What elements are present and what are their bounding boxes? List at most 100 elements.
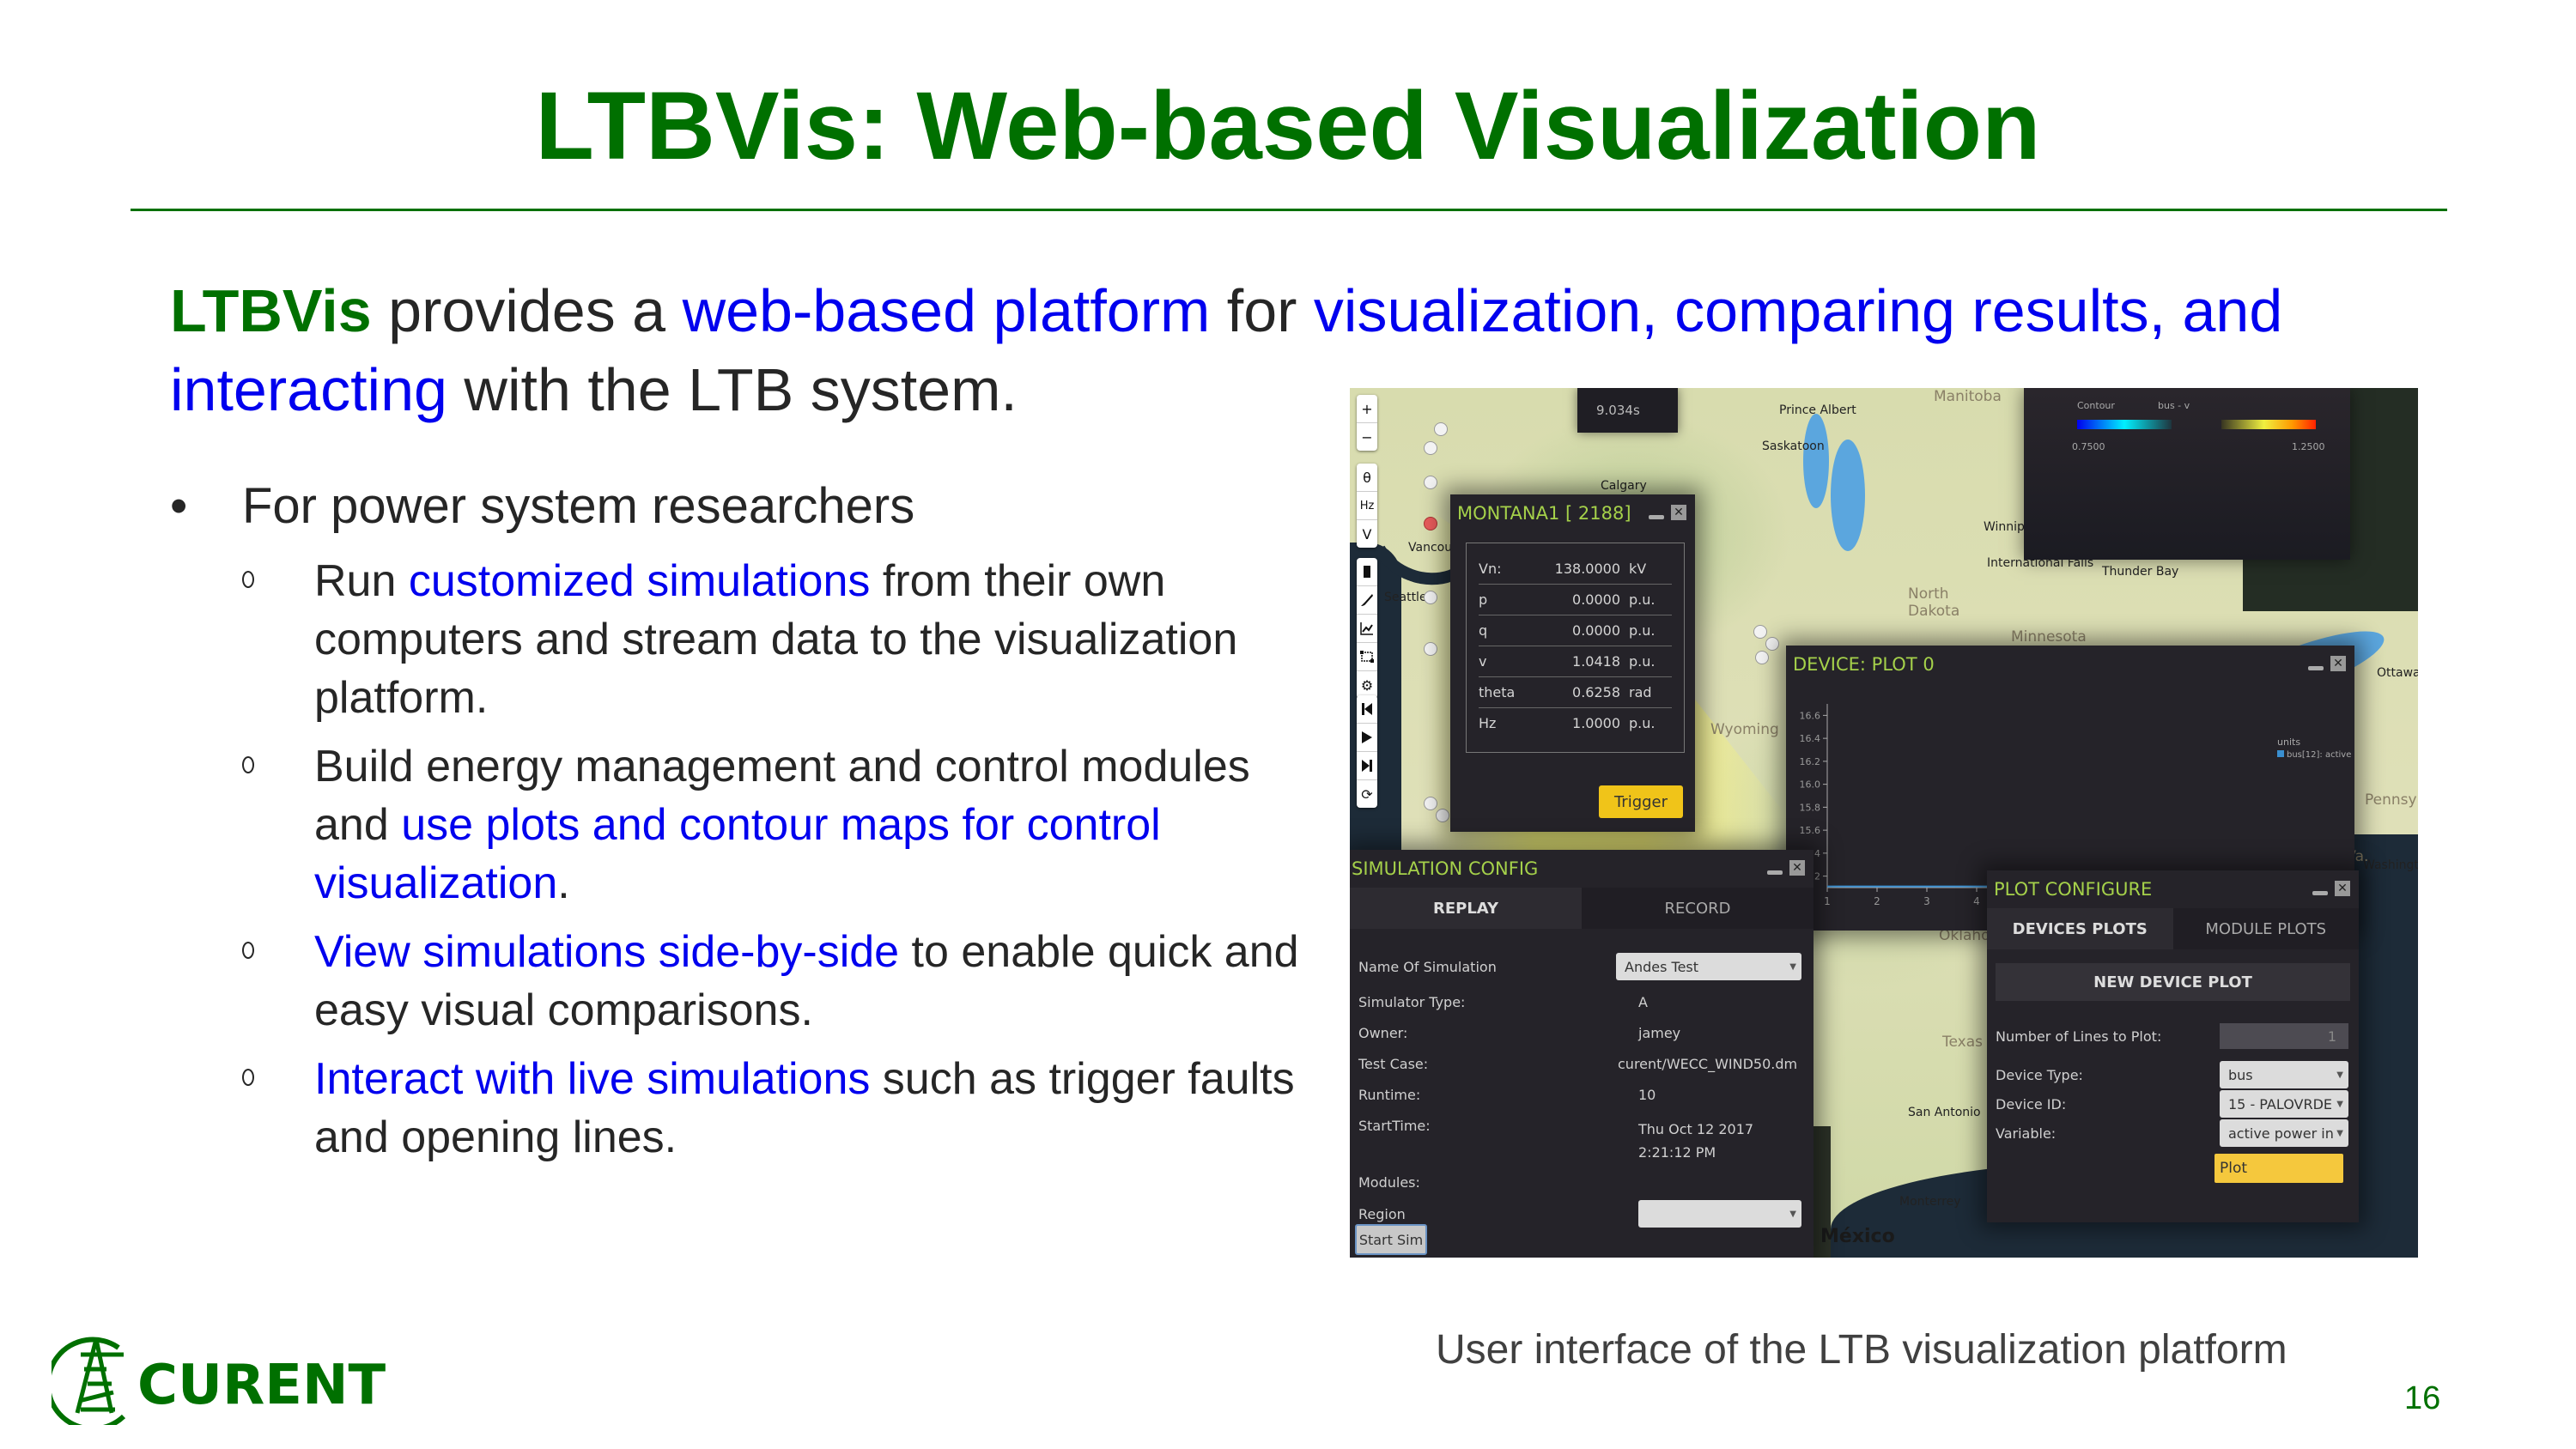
chevron-down-icon: ▼ <box>2336 1099 2343 1109</box>
simulation-name-select[interactable]: Andes Test ▼ <box>1616 953 1801 980</box>
bus-node[interactable] <box>1424 476 1437 489</box>
map-label: Washington <box>2363 858 2418 872</box>
map-lake <box>1803 414 1829 508</box>
map-label: Thunder Bay <box>2102 565 2179 579</box>
close-icon[interactable]: ✕ <box>1671 505 1686 520</box>
hz-button[interactable]: Hz <box>1357 492 1377 520</box>
bus-node[interactable] <box>1753 625 1767 639</box>
generator-node[interactable] <box>1424 517 1437 530</box>
chevron-down-icon: ▼ <box>1789 961 1796 972</box>
bullet-main-text: For power system researchers <box>242 478 915 534</box>
map-label: Seattle <box>1384 591 1427 604</box>
variable-select[interactable]: active power in ▼ <box>2220 1119 2348 1147</box>
field-row: Plot <box>1996 1154 2348 1183</box>
simulation-config-panel: SIMULATION CONFIG ✕ REPLAY RECORD Name O… <box>1350 850 1814 1258</box>
tab-module-plots[interactable]: MODULE PLOTS <box>2172 908 2359 949</box>
bus-node[interactable] <box>1436 809 1449 822</box>
skip-forward-icon[interactable] <box>1357 752 1377 780</box>
x-tick-label: 4 <box>1973 895 1980 907</box>
panel-title: PLOT CONFIGURE <box>1994 879 2153 900</box>
close-icon[interactable]: ✕ <box>2330 656 2346 671</box>
bus-node[interactable] <box>1424 591 1437 604</box>
sub-bullet-highlight: View simulations side-by-side <box>314 927 900 977</box>
bus-node[interactable] <box>1424 441 1437 455</box>
refresh-icon[interactable]: ⟳ <box>1357 780 1377 808</box>
minimize-icon[interactable] <box>2312 890 2328 895</box>
tab-devices-plots[interactable]: DEVICES PLOTS <box>1987 908 2173 949</box>
selection-icon[interactable] <box>1357 643 1377 671</box>
start-sim-button[interactable]: Start Sim <box>1355 1224 1427 1255</box>
sim-config-tabs: REPLAY RECORD <box>1350 888 1814 929</box>
bus-node[interactable] <box>1424 797 1437 810</box>
sub-bullet: Interact with live simulations such as t… <box>170 1050 1321 1167</box>
field-row: Simulator Type: A <box>1358 994 1648 1010</box>
table-row: Vn: 138.0000 kV <box>1479 554 1672 585</box>
sub-bullet: View simulations side-by-side to enable … <box>170 923 1321 1040</box>
field-row: StartTime: Thu Oct 12 2017 2:21:12 PM <box>1358 1118 1754 1161</box>
intro-text: for <box>1210 277 1314 344</box>
voltage-button[interactable]: V <box>1357 520 1377 548</box>
minimize-icon[interactable] <box>2308 665 2324 670</box>
map-label: Texas <box>1942 1034 1983 1051</box>
contour-min: 0.7500 <box>2072 441 2105 452</box>
minimize-icon[interactable] <box>1649 514 1664 519</box>
logo-text: CURENT <box>137 1354 386 1417</box>
panel-title: DEVICE: PLOT 0 <box>1793 654 1935 675</box>
brush-icon[interactable] <box>1357 586 1377 615</box>
panel-controls: ✕ <box>2308 656 2346 671</box>
bullet-list: • For power system researchers Run custo… <box>170 476 1321 1177</box>
y-tick-label: 16.2 <box>1800 756 1821 767</box>
bus-node[interactable] <box>1765 637 1779 651</box>
y-tick-label: 16.0 <box>1800 779 1821 791</box>
field-row: Owner: jamey <box>1358 1025 1681 1041</box>
bus-node[interactable] <box>1424 642 1437 656</box>
new-device-plot-button[interactable]: NEW DEVICE PLOT <box>1996 963 2350 1001</box>
bus-node[interactable] <box>1434 422 1448 436</box>
chevron-down-icon: ▼ <box>1789 1209 1796 1219</box>
device-id-select[interactable]: 15 - PALOVRDE ▼ <box>2220 1090 2348 1118</box>
contour-legend-panel: Contour bus - v 0.7500 1.2500 <box>2024 388 2350 560</box>
panel-title: SIMULATION CONFIG <box>1352 858 1539 879</box>
lines-count-input[interactable]: 1 <box>2220 1023 2348 1049</box>
intro-text: provides a <box>371 277 683 344</box>
field-row: Device Type: bus ▼ <box>1996 1061 2348 1088</box>
sub-bullet-text: . <box>557 858 570 908</box>
legend-title: units <box>2277 737 2300 748</box>
minimize-icon[interactable] <box>1767 870 1783 875</box>
close-icon[interactable]: ✕ <box>1789 860 1805 876</box>
slide-title: LTBVis: Web-based Visualization <box>535 72 2041 179</box>
zoom-out-button[interactable]: − <box>1357 423 1377 451</box>
sub-bullet-text: Run <box>314 556 409 606</box>
contour-variable: bus - v <box>2158 400 2190 411</box>
play-icon[interactable] <box>1357 724 1377 752</box>
zoom-in-button[interactable]: + <box>1357 395 1377 423</box>
trigger-button[interactable]: Trigger <box>1599 785 1683 818</box>
sub-bullet-highlight: use plots and contour maps for control v… <box>314 800 1161 908</box>
x-tick-label: 1 <box>1824 895 1831 907</box>
map-label: San Antonio <box>1908 1106 1981 1119</box>
tab-record[interactable]: RECORD <box>1582 888 1814 929</box>
simulation-timer: 9.034s <box>1577 388 1678 433</box>
region-select[interactable]: ▼ <box>1638 1200 1801 1228</box>
tool-controls: ⚙ <box>1357 558 1377 699</box>
bus-values-table: Vn: 138.0000 kV p 0.0000 p.u. q 0.0000 p.u. v1… <box>1466 543 1685 753</box>
plot-button[interactable]: Plot <box>2215 1154 2343 1183</box>
bus-node[interactable] <box>1755 651 1769 664</box>
skip-back-icon[interactable] <box>1357 695 1377 724</box>
panel-controls: ✕ <box>1767 860 1805 876</box>
x-tick-label: 2 <box>1874 895 1880 907</box>
sub-bullet: Run customized simulations from their ow… <box>170 552 1321 727</box>
theta-button[interactable]: θ <box>1357 464 1377 492</box>
device-type-select[interactable]: bus ▼ <box>2220 1061 2348 1088</box>
close-icon[interactable]: ✕ <box>2335 881 2350 896</box>
field-row: Device ID: 15 - PALOVRDE ▼ <box>1996 1090 2348 1118</box>
map-lake <box>1831 440 1865 551</box>
table-row: Hz 1.0000 p.u. <box>1479 715 1656 731</box>
figure-caption: User interface of the LTB visualization … <box>1436 1327 2287 1373</box>
tab-replay[interactable]: REPLAY <box>1350 888 1582 929</box>
contour-max: 1.2500 <box>2292 441 2325 452</box>
map-label: Manitoba <box>1934 388 2002 405</box>
field-label: Name Of Simulation <box>1358 958 1497 975</box>
chart-icon[interactable] <box>1357 615 1377 643</box>
chip-icon[interactable] <box>1357 558 1377 586</box>
